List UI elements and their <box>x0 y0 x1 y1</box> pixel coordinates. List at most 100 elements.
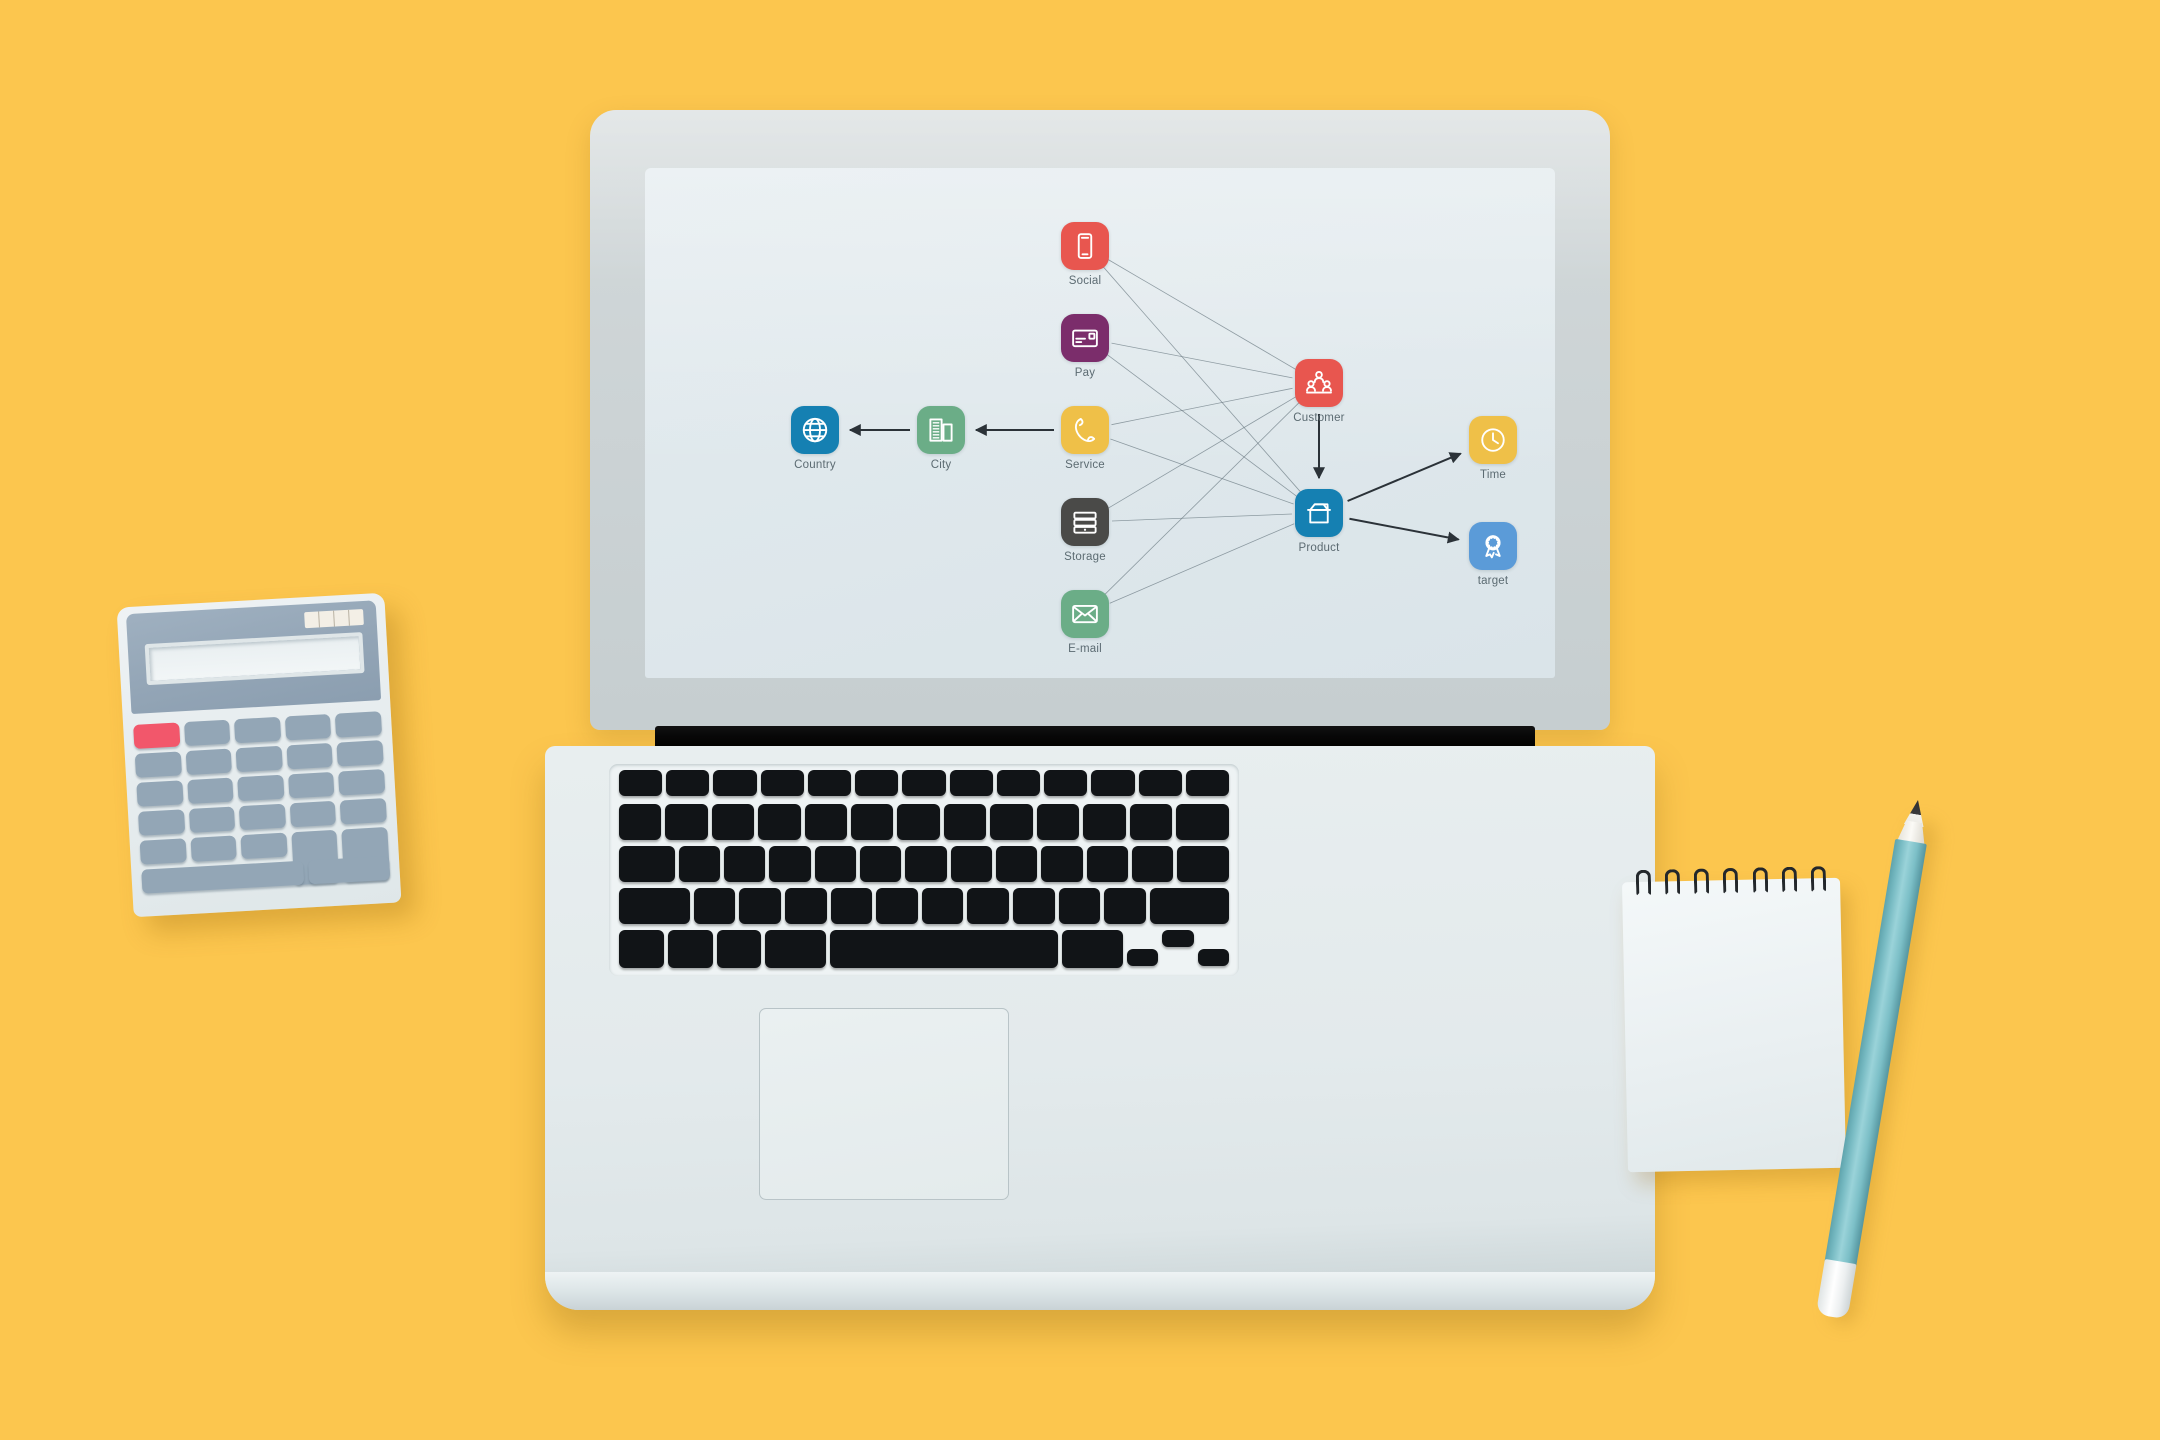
keyboard-key[interactable] <box>667 930 713 968</box>
keyboard-key[interactable] <box>1104 888 1146 924</box>
calculator-key[interactable] <box>141 860 305 894</box>
keyboard-key[interactable] <box>897 804 940 840</box>
keyboard-key[interactable] <box>711 804 755 840</box>
keyboard-key[interactable] <box>1091 770 1135 796</box>
keyboard-key[interactable] <box>996 770 1041 796</box>
keyboard-key[interactable] <box>1129 804 1172 840</box>
keyboard-keys[interactable] <box>609 764 1239 976</box>
calculator-keypad[interactable] <box>133 711 391 909</box>
keyboard-key[interactable] <box>967 888 1010 924</box>
diagram-node-label: Customer <box>1293 412 1345 424</box>
keyboard-key[interactable] <box>760 770 804 796</box>
calculator-key[interactable] <box>139 838 187 865</box>
calculator-key[interactable] <box>287 771 335 799</box>
diagram-node-label: Social <box>1068 275 1102 287</box>
keyboard-key[interactable] <box>851 804 894 840</box>
keyboard-key[interactable] <box>902 770 946 796</box>
keyboard-key[interactable] <box>693 888 736 924</box>
calculator-key[interactable] <box>336 740 384 767</box>
keyboard-key[interactable] <box>665 804 708 840</box>
keyboard-key[interactable] <box>619 930 664 968</box>
calculator-key[interactable] <box>235 745 283 773</box>
keyboard-key[interactable] <box>1062 930 1123 968</box>
keyboard-key[interactable] <box>804 804 848 840</box>
keyboard-key[interactable] <box>1177 846 1229 882</box>
calculator-key[interactable] <box>284 713 332 741</box>
keyboard-key[interactable] <box>921 888 964 924</box>
keyboard-key[interactable] <box>619 846 675 882</box>
calculator-key[interactable] <box>239 803 286 831</box>
calculator-key[interactable] <box>340 798 387 825</box>
keyboard-key[interactable] <box>996 846 1038 882</box>
laptop: Social Pay Service Storage E-mail City Country… <box>545 110 1655 1310</box>
calculator-key[interactable] <box>234 716 282 744</box>
keyboard-key[interactable] <box>619 888 690 924</box>
laptop-lid: Social Pay Service Storage E-mail City Country… <box>590 110 1610 730</box>
calculator-key[interactable] <box>237 774 285 802</box>
keyboard-key[interactable] <box>1132 846 1174 882</box>
keyboard-key[interactable] <box>1175 804 1229 840</box>
calculator-key[interactable] <box>190 835 237 862</box>
calculator-key[interactable] <box>286 742 334 770</box>
calculator-key[interactable] <box>136 780 184 807</box>
calculator-key[interactable] <box>240 832 288 860</box>
calculator-key[interactable] <box>289 800 337 828</box>
diagram-node-label: E-mail <box>1068 643 1102 655</box>
keyboard-key[interactable] <box>765 930 826 968</box>
keyboard-key[interactable] <box>1126 949 1159 966</box>
calculator-key[interactable] <box>188 806 236 833</box>
keyboard-key[interactable] <box>905 846 947 882</box>
calculator-key[interactable] <box>137 809 185 836</box>
keyboard-key[interactable] <box>724 846 766 882</box>
calculator[interactable] <box>116 592 402 918</box>
keyboard-key[interactable] <box>784 888 827 924</box>
keyboard-key[interactable] <box>1058 888 1101 924</box>
keyboard-key[interactable] <box>860 846 902 882</box>
keyboard-key[interactable] <box>1149 888 1229 924</box>
keyboard-key[interactable] <box>829 930 1059 968</box>
keyboard-key[interactable] <box>758 804 801 840</box>
calculator-key[interactable] <box>134 751 182 778</box>
keyboard-key[interactable] <box>943 804 987 840</box>
trackpad[interactable] <box>759 1008 1009 1200</box>
keyboard-key[interactable] <box>678 846 721 882</box>
keyboard-key[interactable] <box>619 804 662 840</box>
keyboard-key[interactable] <box>814 846 857 882</box>
calculator-key[interactable] <box>335 711 383 738</box>
notepad-paper[interactable] <box>1621 877 1847 1173</box>
calculator-key[interactable] <box>307 855 391 885</box>
keyboard-key[interactable] <box>830 888 873 924</box>
diagram-node-label: Product <box>1298 542 1340 554</box>
keyboard-key[interactable] <box>855 770 899 796</box>
keyboard-key[interactable] <box>876 888 918 924</box>
keyboard-key[interactable] <box>950 846 993 882</box>
keyboard-key[interactable] <box>1036 804 1080 840</box>
keyboard-key[interactable] <box>1083 804 1126 840</box>
keyboard-key[interactable] <box>713 770 757 796</box>
keyboard-key[interactable] <box>1044 770 1088 796</box>
keyboard-key[interactable] <box>1138 770 1182 796</box>
keyboard-key[interactable] <box>1086 846 1128 882</box>
keyboard-key[interactable] <box>769 846 811 882</box>
calculator-key[interactable] <box>338 769 386 796</box>
spiral-notepad[interactable] <box>1621 866 1847 1173</box>
keyboard-key[interactable] <box>990 804 1033 840</box>
calculator-key[interactable] <box>186 777 234 805</box>
keyboard-key[interactable] <box>716 930 762 968</box>
calculator-key[interactable] <box>183 719 231 747</box>
keyboard-key[interactable] <box>739 888 781 924</box>
keyboard[interactable] <box>609 764 1239 976</box>
keyboard-key[interactable] <box>1197 949 1229 966</box>
keyboard-key[interactable] <box>1162 930 1194 947</box>
keyboard-key[interactable] <box>807 770 852 796</box>
keyboard-key[interactable] <box>1013 888 1055 924</box>
keyboard-key[interactable] <box>666 770 710 796</box>
keyboard-key[interactable] <box>949 770 993 796</box>
calculator-clear-key[interactable] <box>133 722 180 749</box>
smartphone-icon <box>1061 222 1109 270</box>
keyboard-key[interactable] <box>1185 770 1229 796</box>
laptop-screen[interactable]: Social Pay Service Storage E-mail City Country… <box>645 168 1555 678</box>
calculator-key[interactable] <box>185 748 233 776</box>
keyboard-key[interactable] <box>1041 846 1083 882</box>
keyboard-key[interactable] <box>619 770 663 796</box>
